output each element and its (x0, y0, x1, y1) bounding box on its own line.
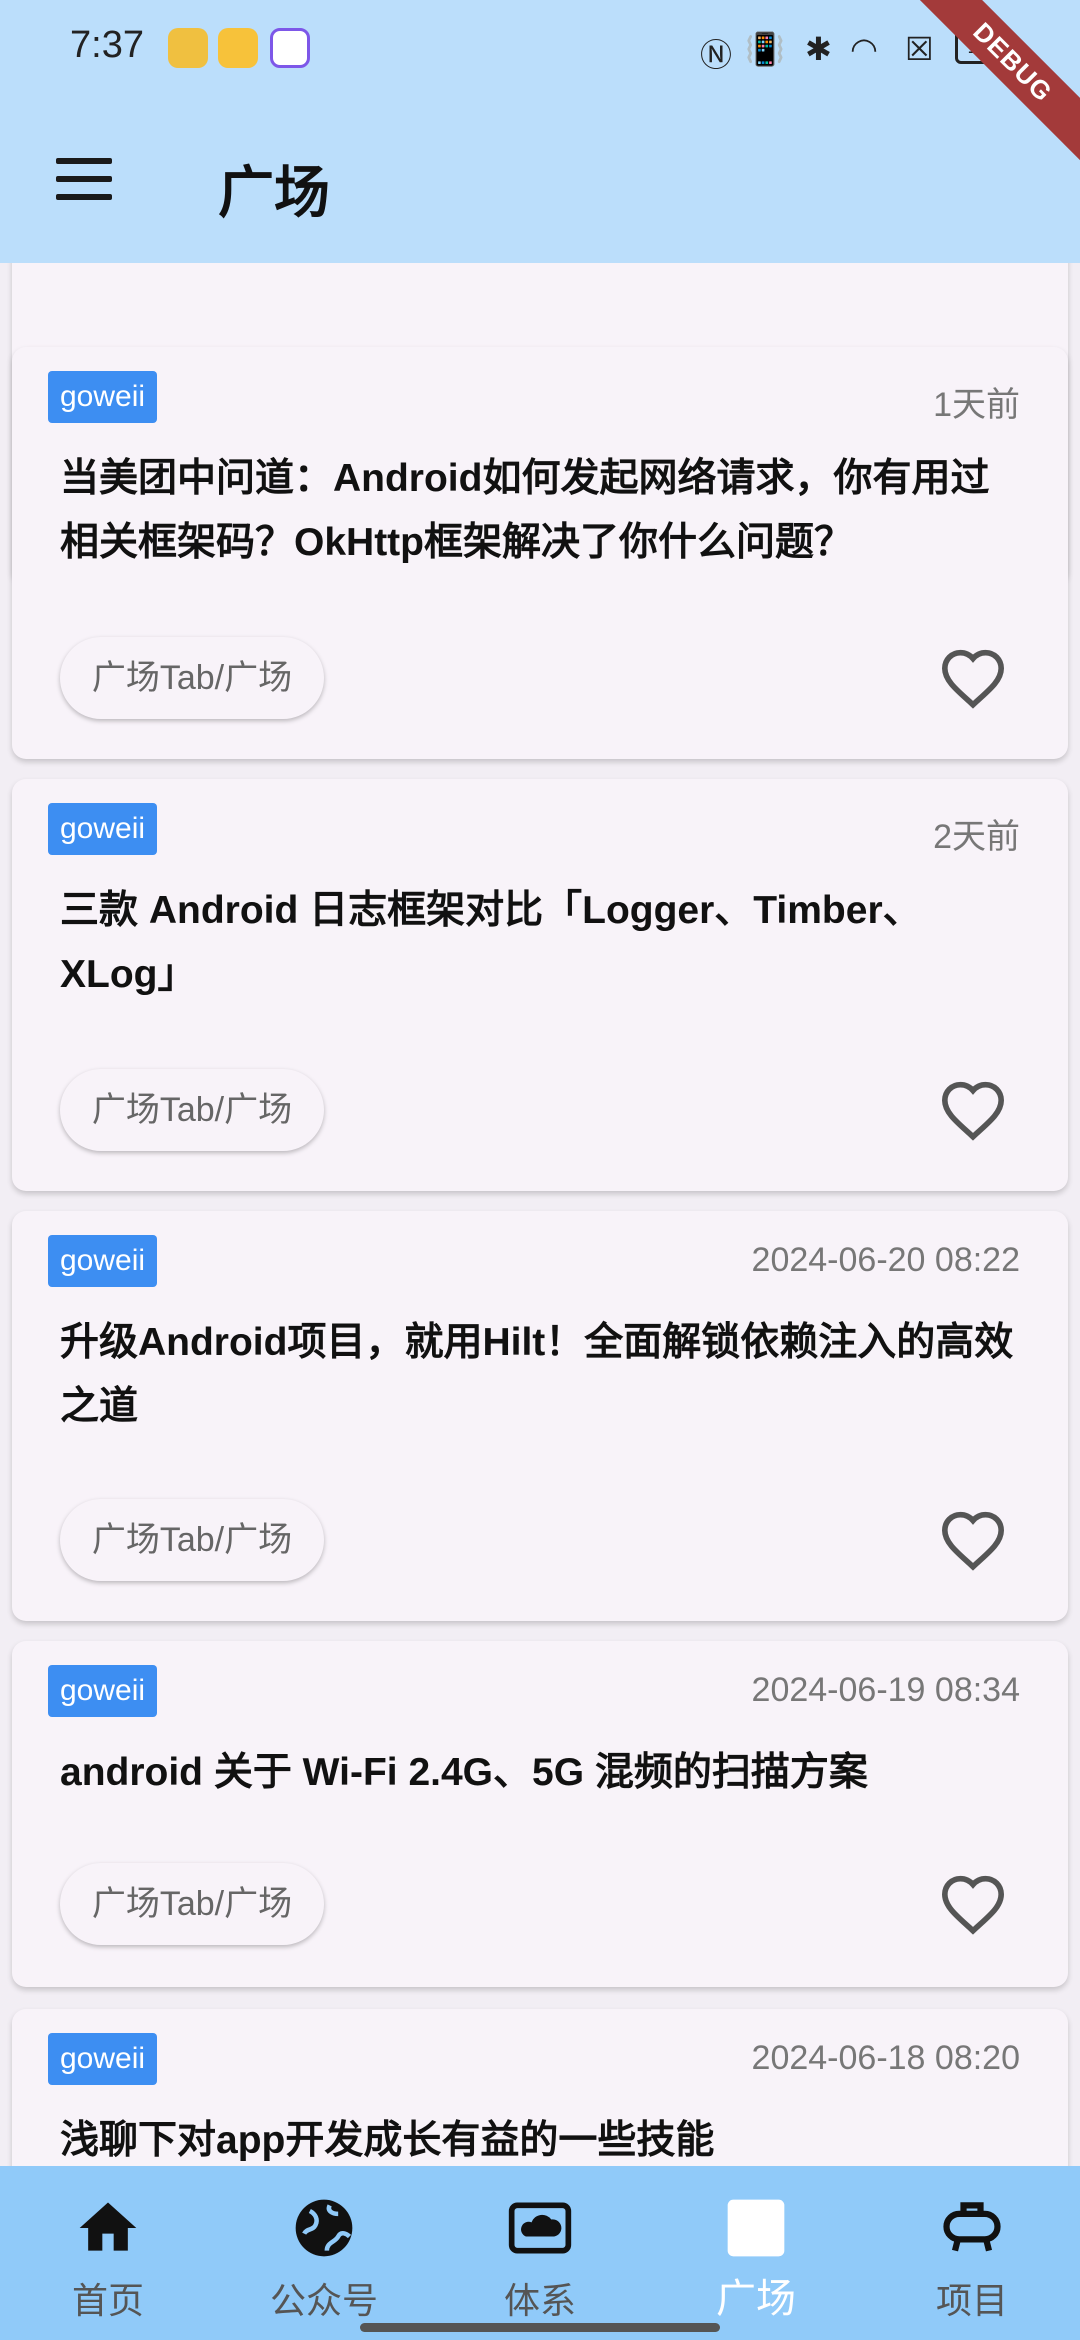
menu-icon[interactable] (56, 158, 112, 200)
article-list[interactable]: goweii 1天前 当美团中问道：Android如何发起网络请求，你有用过相关… (0, 263, 1080, 2166)
nfc-icon: Ⓝ (700, 37, 733, 73)
article-title: 三款 Android 日志框架对比「Logger、Timber、XLog」 (60, 889, 922, 996)
category-chip[interactable]: 广场Tab/广场 (60, 637, 324, 719)
article-card[interactable]: goweii 2天前 三款 Android 日志框架对比「Logger、Timb… (12, 779, 1068, 1191)
bluetooth-icon: ✱ (805, 31, 832, 67)
article-title: 升级Android项目，就用Hilt！全面解锁依赖注入的高效之道 (60, 1321, 1014, 1428)
tab-label: 公众号 (269, 2280, 378, 2321)
tab-label: 首页 (71, 2280, 144, 2321)
author-badge: goweii (48, 1665, 158, 1717)
article-card[interactable]: goweii 2024-06-18 08:20 浅聊下对app开发成长有益的一些… (12, 2009, 1068, 2166)
favorite-heart-icon[interactable] (938, 1079, 1008, 1141)
globe-icon (295, 2199, 353, 2257)
author-badge: goweii (48, 1235, 158, 1287)
bottom-navigation: 首页 公众号 体系 广场 项目 (0, 2166, 1080, 2340)
publish-time: 1天前 (933, 386, 1020, 424)
tab-square[interactable]: 广场 (648, 2166, 864, 2340)
article-title: 当美团中问道：Android如何发起网络请求，你有用过相关框架码？OkHttp框… (60, 457, 990, 564)
tab-home[interactable]: 首页 (0, 2166, 216, 2340)
publish-time: 2024-06-18 08:20 (751, 2039, 1020, 2077)
sim-icon: ☒ (905, 31, 934, 67)
tab-label: 体系 (503, 2280, 576, 2321)
wifi-icon: ◠ (850, 31, 878, 67)
category-chip[interactable]: 广场Tab/广场 (60, 1069, 324, 1151)
favorite-heart-icon[interactable] (938, 647, 1008, 709)
publish-time: 2024-06-19 08:34 (751, 1671, 1020, 1709)
tab-projects[interactable]: 项目 (864, 2166, 1080, 2340)
article-card[interactable]: goweii 2024-06-19 08:34 android 关于 Wi-Fi… (12, 1641, 1068, 1987)
notification-app-icon (168, 28, 208, 68)
favorite-heart-icon[interactable] (938, 1509, 1008, 1571)
tab-system[interactable]: 体系 (432, 2166, 648, 2340)
author-badge: goweii (48, 803, 158, 855)
publish-time: 2天前 (933, 818, 1020, 856)
status-bar: 7:37 Ⓝ 📳 ✱ ◠ ☒ 100 DEBUG (0, 0, 1080, 166)
tab-official-accounts[interactable]: 公众号 (216, 2166, 432, 2340)
category-chip[interactable]: 广场Tab/广场 (60, 1499, 324, 1581)
briefcase-icon (943, 2202, 1001, 2252)
author-badge: goweii (48, 2033, 158, 2085)
page-title: 广场 (218, 161, 330, 224)
debug-banner: DEBUG (909, 0, 1080, 166)
app-bar: 7:37 Ⓝ 📳 ✱ ◠ ☒ 100 DEBUG 广场 (0, 0, 1080, 263)
tab-label: 广场 (716, 2277, 796, 2321)
square-icon (727, 2199, 785, 2257)
favorite-heart-icon[interactable] (938, 1873, 1008, 1935)
article-card[interactable]: goweii 2024-06-20 08:22 升级Android项目，就用Hi… (12, 1211, 1068, 1621)
vibrate-icon: 📳 (745, 31, 785, 67)
category-chip[interactable]: 广场Tab/广场 (60, 1863, 324, 1945)
cloud-screen-icon (508, 2202, 572, 2254)
home-indicator[interactable] (360, 2323, 720, 2332)
publish-time: 2024-06-20 08:22 (751, 1241, 1020, 1279)
tab-label: 项目 (935, 2280, 1008, 2321)
home-icon (79, 2202, 137, 2251)
article-title: android 关于 Wi-Fi 2.4G、5G 混频的扫描方案 (60, 1751, 868, 1794)
status-time: 7:37 (70, 24, 144, 66)
notification-app-icon (218, 28, 258, 68)
article-card[interactable]: goweii 1天前 当美团中问道：Android如何发起网络请求，你有用过相关… (12, 347, 1068, 759)
author-badge: goweii (48, 371, 158, 423)
notification-app-icon (270, 28, 310, 68)
article-title: 浅聊下对app开发成长有益的一些技能 (60, 2119, 715, 2162)
